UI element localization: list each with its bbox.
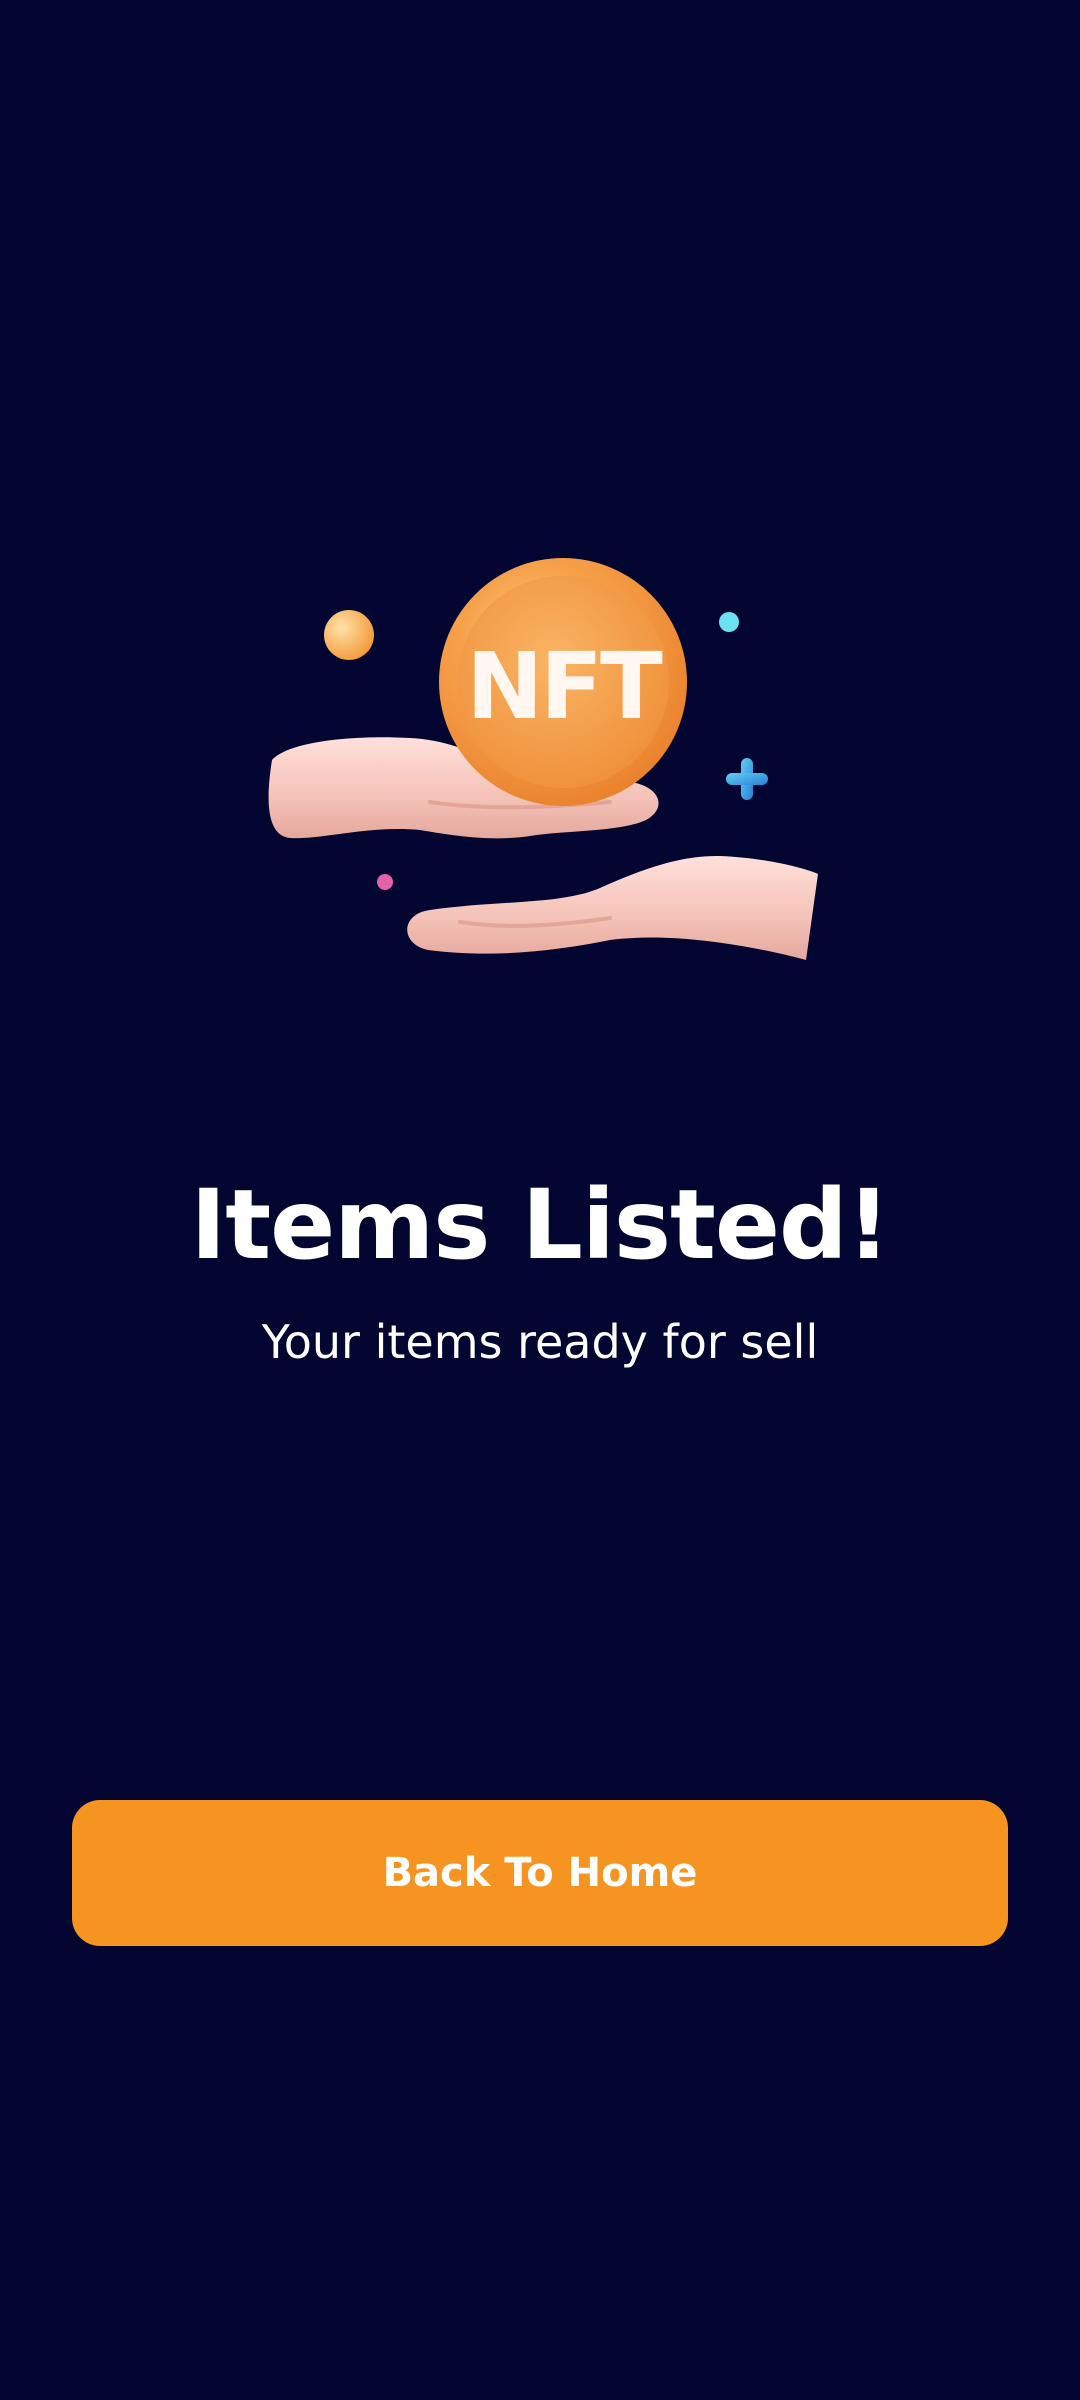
nft-listed-illustration: NFT — [250, 540, 830, 1000]
page-subtitle: Your items ready for sell — [261, 1315, 819, 1369]
coin-label: NFT — [466, 633, 663, 740]
pink-dot-icon — [377, 874, 393, 890]
back-to-home-button[interactable]: Back To Home — [72, 1800, 1008, 1946]
plus-sparkle-icon — [726, 758, 768, 800]
orange-orb-icon — [324, 610, 374, 660]
cyan-dot-icon — [719, 612, 739, 632]
nft-coin-icon: NFT — [439, 558, 687, 806]
page-title: Items Listed! — [190, 1169, 890, 1281]
success-screen: NFT Items Listed! Your items ready for s… — [0, 0, 1080, 2400]
receiving-hand-icon — [407, 855, 818, 960]
